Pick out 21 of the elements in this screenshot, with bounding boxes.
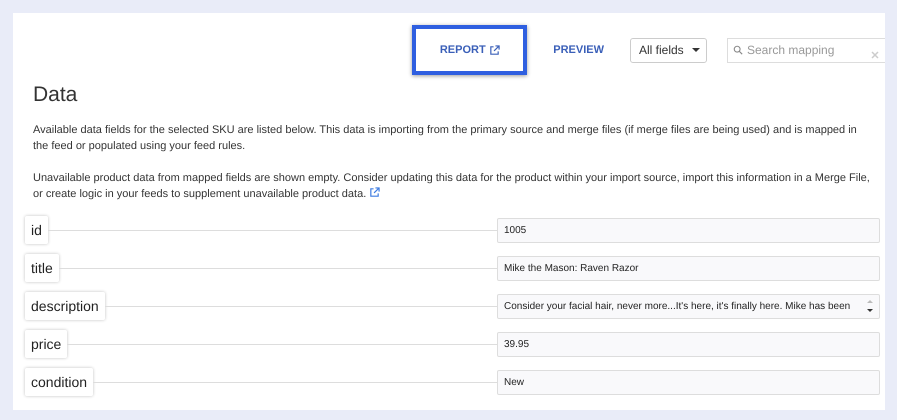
field-value[interactable]: 1005 bbox=[497, 218, 880, 242]
field-label: id bbox=[25, 216, 48, 244]
field-value[interactable]: New bbox=[497, 370, 880, 394]
report-link[interactable]: REPORT bbox=[440, 44, 500, 56]
field-label: title bbox=[25, 254, 59, 282]
filter-dropdown[interactable]: All fields bbox=[630, 38, 707, 62]
description-text: Available data fields for the selected SKU are listed below. This data is importing from the primary source and merge files (if merge files are being used) and is mapped in the feed or populated using your feed rules. bbox=[33, 123, 858, 154]
field-value[interactable]: Consider your facial hair, never more...It's here, it's finally here. Mike has been bbox=[497, 294, 880, 318]
external-link-icon bbox=[488, 44, 500, 56]
section-title: Data bbox=[32, 82, 78, 108]
field-label: price bbox=[25, 330, 68, 358]
external-link-icon[interactable] bbox=[369, 187, 380, 198]
scroll-arrows-icon[interactable] bbox=[867, 299, 873, 313]
field-value[interactable]: 39.95 bbox=[497, 332, 880, 356]
search-field[interactable]: Search mapping bbox=[727, 38, 885, 62]
caret-icon bbox=[692, 48, 700, 52]
preview-link[interactable]: PREVIEW bbox=[553, 44, 604, 56]
description-text: Unavailable product data from mapped fields are shown empty. Consider updating this data for the product within your import source, import this information in a Merge File, or create logic in your feeds to supplement unavailable product data. bbox=[33, 171, 871, 202]
field-label: description bbox=[25, 292, 105, 320]
field-value[interactable]: Mike the Mason: Raven Razor bbox=[497, 256, 880, 280]
field-label: condition bbox=[25, 368, 94, 396]
